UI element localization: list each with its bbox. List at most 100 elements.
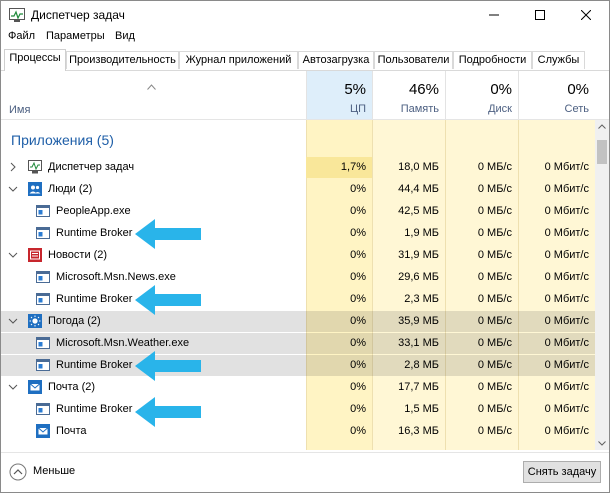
column-cpu[interactable]: 5% ЦП (306, 71, 372, 119)
memory-value: 31,9 МБ (398, 249, 439, 261)
close-icon (581, 10, 591, 20)
network-value: 0 Мбит/с (544, 315, 589, 327)
process-row[interactable]: Почта 0% 16,3 МБ 0 МБ/с 0 Мбит/с (1, 421, 595, 442)
chevron-down-icon[interactable] (8, 250, 18, 260)
cpu-value: 0% (350, 227, 366, 239)
chevron-down-icon[interactable] (8, 316, 18, 326)
process-name: Новости (2) (48, 249, 108, 261)
process-icon (36, 271, 50, 283)
close-button[interactable] (563, 1, 609, 29)
process-row[interactable]: PeopleApp.exe 0% 42,5 МБ 0 МБ/с 0 Мбит/с (1, 201, 595, 222)
chevron-right-icon[interactable] (8, 162, 18, 172)
process-name: Runtime Broker (56, 359, 133, 371)
network-value: 0 Мбит/с (544, 205, 589, 217)
cpu-value: 0% (350, 337, 366, 349)
cpu-value: 0% (350, 381, 366, 393)
cpu-total: 5% (344, 81, 366, 98)
memory-value: 29,6 МБ (398, 271, 439, 283)
arrow-annotation-icon (135, 351, 201, 381)
cpu-label: ЦП (349, 103, 366, 115)
memory-value: 42,5 МБ (398, 205, 439, 217)
scroll-thumb[interactable] (597, 140, 607, 164)
end-task-button[interactable]: Снять задачу (523, 461, 601, 483)
disk-value: 0 МБ/с (477, 381, 512, 393)
tab-processes[interactable]: Процессы (4, 49, 66, 71)
title-bar: Диспетчер задач (1, 1, 609, 29)
process-row[interactable]: Runtime Broker 0% 1,9 МБ 0 МБ/с 0 Мбит/с (1, 223, 595, 244)
app-group-row[interactable]: Погода (2) 0% 35,9 МБ 0 МБ/с 0 Мбит/с (1, 311, 595, 332)
maximize-button[interactable] (517, 1, 563, 29)
app-group-row[interactable]: Новости (2) 0% 31,9 МБ 0 МБ/с 0 Мбит/с (1, 245, 595, 266)
cpu-value: 0% (350, 293, 366, 305)
disk-value: 0 МБ/с (477, 425, 512, 437)
process-row[interactable]: Microsoft.Msn.News.exe 0% 29,6 МБ 0 МБ/с 0 М… (1, 267, 595, 288)
disk-value: 0 МБ/с (477, 315, 512, 327)
app-group-row[interactable]: Люди (2) 0% 44,4 МБ 0 МБ/с 0 Мбит/с (1, 179, 595, 200)
process-icon (36, 227, 50, 239)
column-memory[interactable]: 46% Память (372, 71, 445, 119)
memory-value: 16,3 МБ (398, 425, 439, 437)
arrow-annotation-icon (135, 397, 201, 427)
memory-value: 1,5 МБ (404, 403, 439, 415)
menu-view[interactable]: Вид (115, 30, 135, 42)
menu-file[interactable]: Файл (8, 30, 35, 42)
network-value: 0 Мбит/с (544, 359, 589, 371)
tab-details[interactable]: Подробности (453, 51, 532, 69)
app-group-row[interactable]: Почта (2) 0% 17,7 МБ 0 МБ/с 0 Мбит/с (1, 377, 595, 398)
collapse-details-icon[interactable] (9, 463, 27, 481)
fewer-details-link[interactable]: Меньше (33, 465, 75, 477)
cpu-value: 0% (350, 425, 366, 437)
mail-icon (36, 424, 50, 438)
process-name: Runtime Broker (56, 227, 133, 239)
app-group-row[interactable]: Диспетчер задач 1,7% 18,0 МБ 0 МБ/с 0 Мбит/с (1, 157, 595, 178)
scroll-down-icon[interactable] (598, 441, 606, 446)
network-value: 0 Мбит/с (544, 425, 589, 437)
cpu-value: 0% (350, 249, 366, 261)
network-value: 0 Мбит/с (544, 227, 589, 239)
disk-value: 0 МБ/с (477, 403, 512, 415)
process-icon (36, 403, 50, 415)
tab-startup[interactable]: Автозагрузка (298, 51, 374, 69)
process-row[interactable]: Runtime Broker 0% 1,5 МБ 0 МБ/с 0 Мбит/с (1, 399, 595, 420)
process-row[interactable]: Runtime Broker 0% 2,3 МБ 0 МБ/с 0 Мбит/с (1, 289, 595, 310)
memory-value: 33,1 МБ (398, 337, 439, 349)
tab-users[interactable]: Пользователи (374, 51, 453, 69)
minimize-button[interactable] (471, 1, 517, 29)
memory-value: 1,9 МБ (404, 227, 439, 239)
cpu-value: 0% (350, 271, 366, 283)
network-total: 0% (567, 81, 589, 98)
menu-options[interactable]: Параметры (46, 30, 105, 42)
chevron-down-icon[interactable] (8, 382, 18, 392)
network-value: 0 Мбит/с (544, 161, 589, 173)
arrow-annotation-icon (135, 219, 201, 249)
people-icon (28, 182, 42, 196)
tab-performance[interactable]: Производительность (66, 51, 179, 69)
process-name: Почта (56, 425, 87, 437)
process-row[interactable]: Microsoft.Msn.Weather.exe 0% 33,1 МБ 0 МБ/с… (1, 333, 595, 354)
memory-value: 2,8 МБ (404, 359, 439, 371)
memory-value: 18,0 МБ (398, 161, 439, 173)
vertical-scrollbar[interactable] (595, 120, 609, 450)
network-value: 0 Мбит/с (544, 183, 589, 195)
column-name[interactable]: Имя (9, 104, 30, 116)
column-network[interactable]: 0% Сеть (518, 71, 595, 119)
memory-value: 44,4 МБ (398, 183, 439, 195)
chevron-down-icon[interactable] (8, 184, 18, 194)
disk-value: 0 МБ/с (477, 183, 512, 195)
group-apps-title: Приложения (5) (11, 132, 114, 148)
tab-services[interactable]: Службы (532, 51, 585, 69)
memory-total: 46% (408, 81, 439, 98)
memory-value: 35,9 МБ (398, 315, 439, 327)
cpu-value: 0% (350, 403, 366, 415)
disk-value: 0 МБ/с (477, 359, 512, 371)
tab-app-history[interactable]: Журнал приложений (179, 51, 298, 69)
process-name: Runtime Broker (56, 293, 133, 305)
column-disk[interactable]: 0% Диск (445, 71, 518, 119)
scroll-up-icon[interactable] (598, 124, 606, 129)
process-icon (36, 293, 50, 305)
weather-icon (28, 314, 42, 328)
process-row[interactable]: Runtime Broker 0% 2,8 МБ 0 МБ/с 0 Мбит/с (1, 355, 595, 376)
process-name: Runtime Broker (56, 403, 133, 415)
maximize-icon (535, 10, 545, 20)
network-label: Сеть (564, 103, 589, 115)
